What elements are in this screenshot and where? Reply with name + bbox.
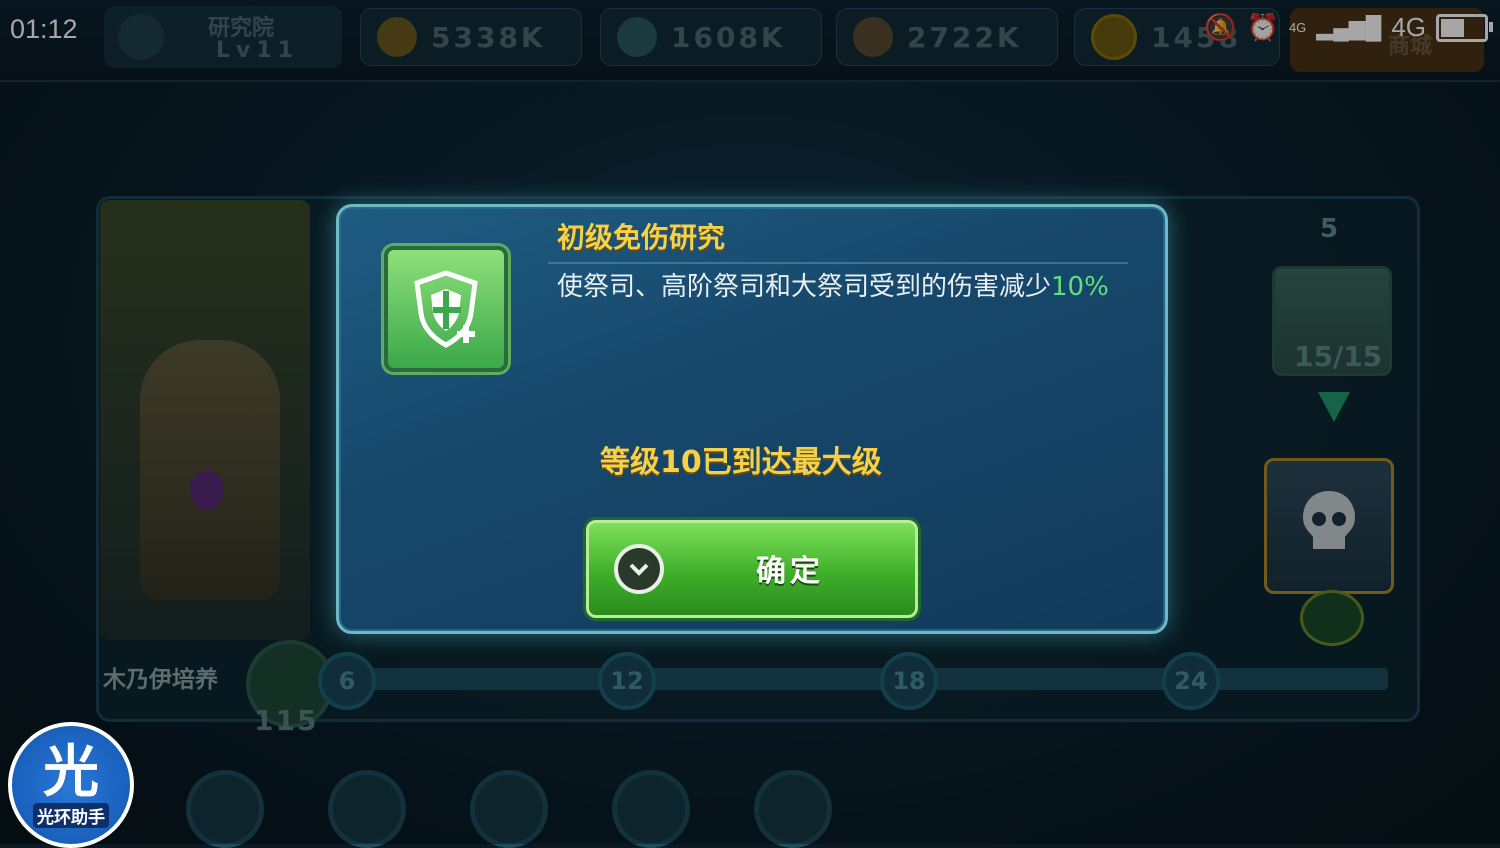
shield-plus-icon [414, 270, 478, 348]
confirm-button-label: 确定 [756, 554, 824, 589]
research-icon-frame [384, 246, 508, 372]
chevron-down-icon [614, 544, 664, 594]
dialog-description: 使祭司、高阶祭司和大祭司受到的伤害减少10% [557, 266, 1109, 303]
assistant-logo-char: 光 [43, 739, 99, 805]
description-percent: 10% [1051, 272, 1109, 302]
assistant-app-logo[interactable]: 光 光环助手 [8, 722, 134, 848]
assistant-app-name: 光环助手 [33, 802, 109, 828]
max-level-message: 等级10已到达最大级 [600, 445, 882, 480]
description-text: 使祭司、高阶祭司和大祭司受到的伤害减少 [557, 272, 1052, 302]
chevron-glyph [629, 563, 649, 576]
dialog-title: 初级免伤研究 [557, 221, 726, 254]
divider [548, 262, 1128, 264]
